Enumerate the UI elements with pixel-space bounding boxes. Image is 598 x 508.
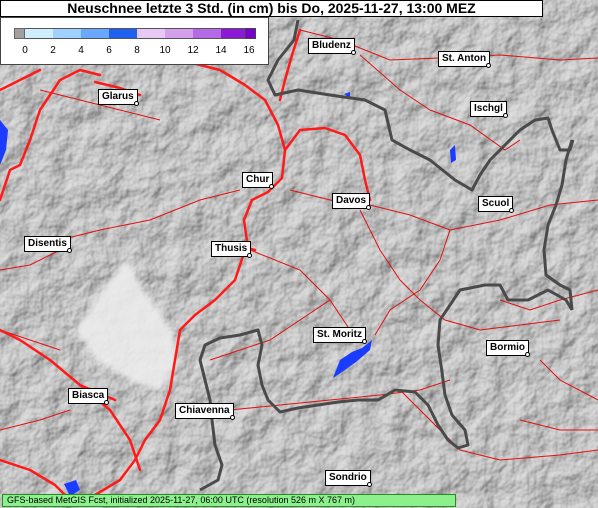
place-label: Disentis (24, 236, 71, 252)
legend-color-step (109, 28, 137, 39)
place-marker (509, 208, 514, 213)
place-marker (366, 205, 371, 210)
place-label: Davos (332, 193, 371, 209)
place-marker (269, 184, 274, 189)
map: Neuschnee letzte 3 Std. (in cm) bis Do, … (0, 0, 598, 508)
legend-tick-label: 12 (187, 45, 199, 56)
footer-info: GFS-based MetGIS Fcst, initialized 2025-… (2, 494, 456, 507)
place-label: Biasca (68, 388, 109, 404)
place-label: Bormio (486, 340, 529, 356)
place-marker (134, 101, 139, 106)
terrain-relief (0, 0, 598, 508)
place-label: Ischgl (470, 101, 507, 117)
legend-color-step (25, 28, 53, 39)
place-label: Scuol (478, 196, 514, 212)
terrain-map (0, 0, 598, 508)
place-label: St. Moritz (313, 327, 366, 343)
legend-tick-label: 6 (106, 45, 112, 56)
place-label: Chiavenna (175, 403, 234, 419)
place-marker (104, 400, 109, 405)
legend-tick-label: 0 (22, 45, 28, 56)
legend-tick-label: 16 (243, 45, 255, 56)
place-label: Glarus (98, 89, 138, 105)
legend-color-step (53, 28, 81, 39)
place-label: Thusis (211, 241, 252, 257)
place-marker (230, 415, 235, 420)
legend-color-step (81, 28, 109, 39)
place-label: Bludenz (308, 38, 355, 54)
legend-color-step (165, 28, 193, 39)
place-marker (525, 352, 530, 357)
place-marker (367, 482, 372, 487)
legend-tick-label: 2 (50, 45, 56, 56)
legend-color-step (193, 28, 221, 39)
place-marker (247, 253, 252, 258)
place-marker (362, 339, 367, 344)
legend-tick-label: 8 (134, 45, 140, 56)
legend-overflow-swatch (245, 28, 256, 39)
place-marker (67, 248, 72, 253)
legend-color-step (137, 28, 165, 39)
legend-tick-label: 4 (78, 45, 84, 56)
place-label: St. Anton (438, 51, 491, 67)
legend-tick-label: 10 (159, 45, 171, 56)
legend-tick-label: 14 (215, 45, 227, 56)
legend: 0 2 4 6 8 10 12 14 16 (0, 17, 269, 65)
place-marker (351, 50, 356, 55)
legend-nodata-swatch (14, 28, 25, 39)
map-title: Neuschnee letzte 3 Std. (in cm) bis Do, … (0, 0, 543, 17)
place-marker (486, 63, 491, 68)
place-marker (503, 113, 508, 118)
place-label: Sondrio (325, 470, 371, 486)
